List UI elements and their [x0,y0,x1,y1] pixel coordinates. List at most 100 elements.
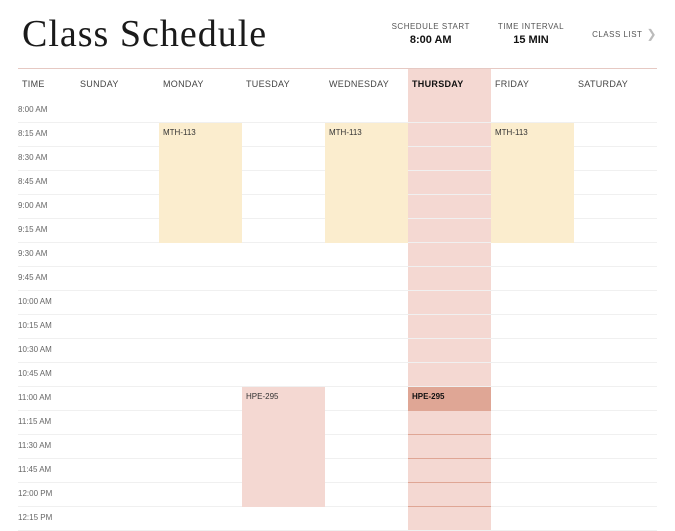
grid-cell[interactable] [242,123,325,146]
grid-cell[interactable] [242,435,325,458]
grid-cell[interactable] [491,243,574,266]
grid-cell[interactable] [325,507,408,530]
grid-cell[interactable]: MTH-113 [325,123,408,146]
grid-cell[interactable] [242,315,325,338]
grid-cell[interactable] [76,435,159,458]
grid-cell[interactable] [159,363,242,386]
grid-cell[interactable] [574,483,657,506]
grid-cell[interactable] [574,147,657,170]
grid-cell[interactable] [76,267,159,290]
grid-cell[interactable] [159,147,242,170]
grid-cell[interactable] [242,219,325,242]
grid-cell[interactable] [159,411,242,434]
grid-cell[interactable] [159,483,242,506]
grid-cell[interactable]: MTH-113 [159,123,242,146]
grid-cell[interactable] [159,507,242,530]
grid-cell[interactable] [159,387,242,410]
grid-cell[interactable] [325,267,408,290]
grid-cell[interactable] [159,219,242,242]
grid-cell[interactable] [408,219,491,242]
grid-cell[interactable] [159,315,242,338]
grid-cell[interactable] [325,195,408,218]
grid-cell[interactable] [408,243,491,266]
grid-cell[interactable] [242,243,325,266]
grid-cell[interactable] [408,123,491,146]
grid-cell[interactable] [491,147,574,170]
grid-cell[interactable]: MTH-113 [491,123,574,146]
grid-cell[interactable] [408,411,491,434]
grid-cell[interactable] [574,219,657,242]
grid-cell[interactable] [491,507,574,530]
grid-cell[interactable] [76,291,159,314]
grid-cell[interactable] [242,99,325,122]
grid-cell[interactable] [491,315,574,338]
grid-cell[interactable] [574,99,657,122]
grid-cell[interactable] [76,123,159,146]
grid-cell[interactable] [325,315,408,338]
grid-cell[interactable] [325,483,408,506]
grid-cell[interactable] [408,99,491,122]
grid-cell[interactable] [574,387,657,410]
grid-cell[interactable] [574,363,657,386]
grid-cell[interactable] [491,267,574,290]
grid-cell[interactable] [242,267,325,290]
class-list-button[interactable]: CLASS LIST ❯ [592,27,657,41]
grid-cell[interactable] [574,315,657,338]
grid-cell[interactable] [76,99,159,122]
grid-cell[interactable] [325,171,408,194]
grid-cell[interactable] [574,459,657,482]
grid-cell[interactable] [574,507,657,530]
grid-cell[interactable] [491,363,574,386]
grid-cell[interactable] [76,339,159,362]
grid-cell[interactable] [408,291,491,314]
grid-cell[interactable] [325,243,408,266]
grid-cell[interactable] [491,291,574,314]
grid-cell[interactable] [408,483,491,506]
grid-cell[interactable] [408,171,491,194]
grid-cell[interactable] [491,219,574,242]
grid-cell[interactable] [242,291,325,314]
grid-cell[interactable] [76,483,159,506]
grid-cell[interactable] [242,195,325,218]
grid-cell[interactable] [491,411,574,434]
grid-cell[interactable] [408,435,491,458]
grid-cell[interactable] [159,459,242,482]
grid-cell[interactable] [325,459,408,482]
grid-cell[interactable] [408,339,491,362]
grid-cell[interactable] [491,435,574,458]
grid-cell[interactable]: HPE-295 [408,387,491,410]
grid-cell[interactable] [76,459,159,482]
grid-cell[interactable] [491,171,574,194]
grid-cell[interactable] [408,147,491,170]
grid-cell[interactable] [76,507,159,530]
grid-cell[interactable] [242,171,325,194]
grid-cell[interactable] [76,363,159,386]
grid-cell[interactable] [159,195,242,218]
grid-cell[interactable] [159,171,242,194]
grid-cell[interactable] [159,267,242,290]
grid-cell[interactable] [491,195,574,218]
grid-cell[interactable] [325,339,408,362]
grid-cell[interactable] [491,459,574,482]
grid-cell[interactable] [159,339,242,362]
grid-cell[interactable] [242,339,325,362]
grid-cell[interactable] [76,147,159,170]
grid-cell[interactable] [408,267,491,290]
grid-cell[interactable] [574,339,657,362]
grid-cell[interactable] [325,435,408,458]
grid-cell[interactable] [574,291,657,314]
grid-cell[interactable] [76,411,159,434]
grid-cell[interactable] [242,483,325,506]
grid-cell[interactable] [491,387,574,410]
grid-cell[interactable] [574,171,657,194]
grid-cell[interactable] [76,243,159,266]
grid-cell[interactable] [76,315,159,338]
grid-cell[interactable] [76,195,159,218]
grid-cell[interactable] [574,195,657,218]
grid-cell[interactable] [242,507,325,530]
grid-cell[interactable] [491,99,574,122]
grid-cell[interactable] [159,435,242,458]
grid-cell[interactable] [325,219,408,242]
grid-cell[interactable] [408,459,491,482]
grid-cell[interactable] [242,411,325,434]
